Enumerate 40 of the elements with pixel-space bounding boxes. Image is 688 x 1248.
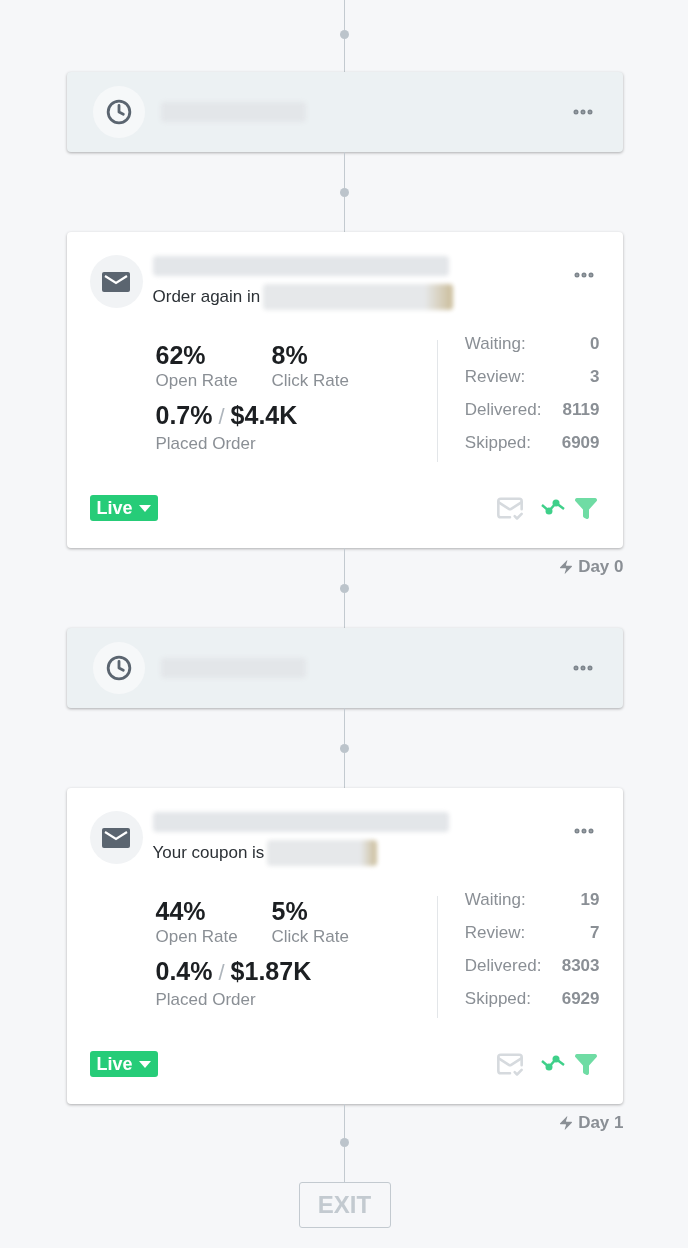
count-label: Review: — [464, 922, 526, 944]
open-rate-value: 62% — [155, 340, 207, 370]
count-value: 19 — [580, 889, 600, 911]
count-value: 6909 — [561, 432, 600, 454]
count-value: 7 — [590, 922, 600, 944]
email-step-card[interactable]: Order again in 62% Open Rate 8% Click Rate 0.7% / $4.4K Placed Order Waiting: 0 Review: 3 Delivered: 8119 Skipped: 6909 Live — [66, 232, 623, 548]
order-rate-value: 0.4% — [155, 956, 213, 986]
subject-line: Order again in — [152, 286, 261, 309]
open-rate-label: Open Rate — [155, 370, 239, 392]
count-value: 8303 — [561, 955, 600, 977]
count-label: Waiting: — [464, 889, 526, 911]
status-dropdown[interactable]: Live — [89, 495, 158, 521]
placed-order-label: Placed Order — [155, 989, 257, 1011]
order-rate-value: 0.7% — [155, 400, 213, 430]
count-label: Delivered: — [464, 955, 542, 977]
count-label: Skipped: — [464, 988, 531, 1010]
count-value: 0 — [590, 333, 600, 355]
count-value: 6929 — [561, 988, 600, 1010]
day-text: Day 0 — [578, 556, 624, 578]
day-text: Day 1 — [578, 1112, 624, 1134]
separator: / — [218, 959, 225, 987]
count-label: Skipped: — [464, 432, 531, 454]
click-rate-value: 8% — [271, 340, 309, 370]
status-dropdown[interactable]: Live — [89, 1051, 158, 1077]
order-revenue-value: $4.4K — [230, 400, 298, 430]
click-rate-label: Click Rate — [271, 370, 349, 392]
count-label: Delivered: — [464, 399, 542, 421]
subject-line: Your coupon is — [152, 842, 265, 865]
count-label: Review: — [464, 366, 526, 388]
count-value: 8119 — [562, 399, 600, 421]
open-rate-label: Open Rate — [155, 926, 239, 948]
email-step-card[interactable]: Your coupon is 44% Open Rate 5% Click Rate 0.4% / $1.87K Placed Order Waiting: 19 Review: 7 Delivered: 8303 Skipped: 6929 Live — [66, 788, 623, 1104]
click-rate-value: 5% — [271, 896, 309, 926]
placed-order-label: Placed Order — [155, 433, 257, 455]
open-rate-value: 44% — [155, 896, 207, 926]
count-value: 3 — [590, 366, 600, 388]
order-revenue-value: $1.87K — [230, 956, 312, 986]
separator: / — [218, 403, 225, 431]
count-label: Waiting: — [464, 333, 526, 355]
click-rate-label: Click Rate — [271, 926, 349, 948]
